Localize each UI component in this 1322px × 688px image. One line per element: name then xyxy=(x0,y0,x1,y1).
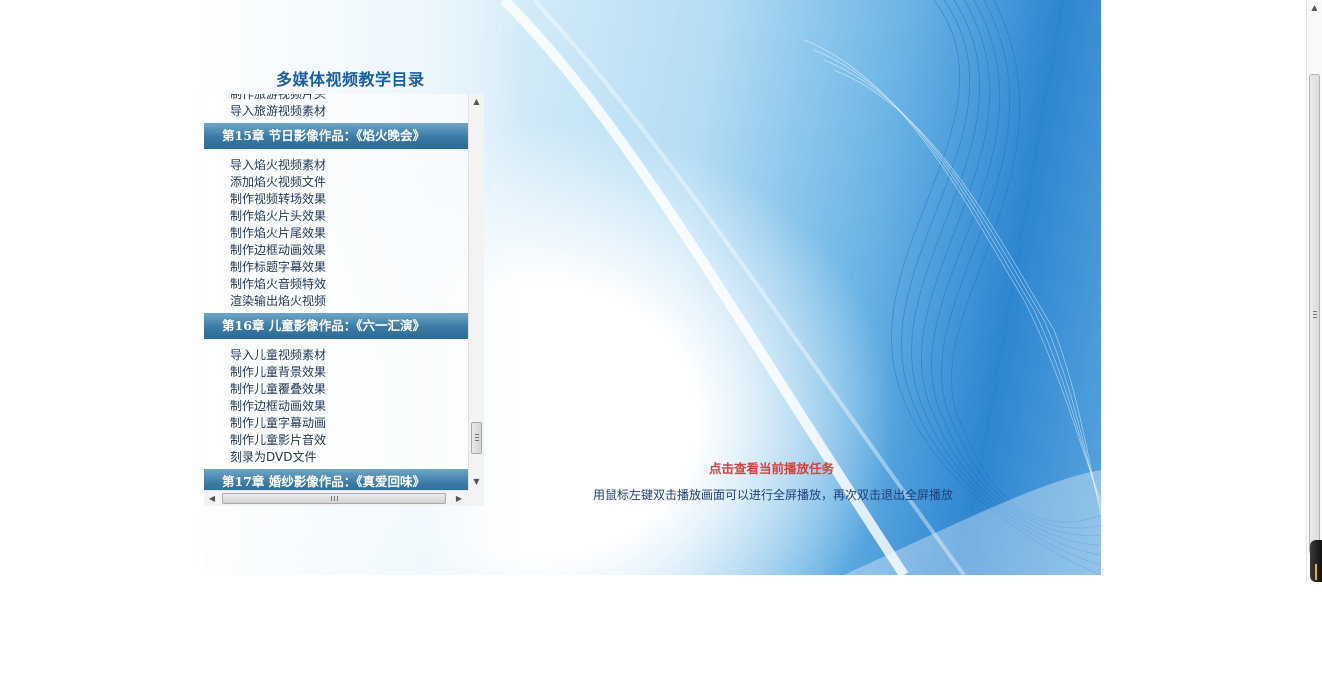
toc-item[interactable]: 制作儿童覆叠效果 xyxy=(204,381,468,398)
toc-item[interactable]: 制作边框动画效果 xyxy=(204,398,468,415)
toc-horizontal-scroll-thumb[interactable] xyxy=(222,493,446,504)
chapter-header-16[interactable]: 第16章 儿童影像作品：《六一汇演》 xyxy=(204,313,468,339)
volume-slider[interactable] xyxy=(1310,540,1322,582)
toc-item[interactable]: 导入焰火视频素材 xyxy=(204,157,468,174)
toc-item[interactable]: 制作儿童影片音效 xyxy=(204,432,468,449)
scrollbar-corner xyxy=(468,490,484,506)
toc-item[interactable]: 渲染输出焰火视频 xyxy=(204,293,468,310)
grip-line xyxy=(334,496,335,501)
player-stage[interactable]: 多媒体视频教学目录 制作旅游视频片头 导入旅游视频素材 第15章 节日影像作品：… xyxy=(204,0,1101,575)
chapter-header-17[interactable]: 第17章 婚纱影像作品：《真爱回味》 xyxy=(204,469,468,490)
toc-item[interactable]: 导入旅游视频素材 xyxy=(204,103,468,120)
volume-level-indicator xyxy=(1315,564,1317,580)
panel-title: 多媒体视频教学目录 xyxy=(276,70,425,89)
toc-item[interactable]: 制作旅游视频片头 xyxy=(204,94,468,103)
grip-line xyxy=(1313,311,1317,312)
toc-item[interactable]: 制作焰火片头效果 xyxy=(204,208,468,225)
scroll-up-arrow-icon[interactable]: ▲ xyxy=(469,95,484,109)
grip-line xyxy=(475,437,479,438)
toc-item[interactable]: 制作儿童字幕动画 xyxy=(204,415,468,432)
grip-line xyxy=(1313,317,1317,318)
toc-item[interactable]: 制作儿童背景效果 xyxy=(204,364,468,381)
fullscreen-hint: 用鼠标左键双击播放画面可以进行全屏播放，再次双击退出全屏播放 xyxy=(593,488,954,502)
toc-list-frame: 制作旅游视频片头 导入旅游视频素材 第15章 节日影像作品：《焰火晚会》 导入焰… xyxy=(204,94,484,506)
toc-list[interactable]: 制作旅游视频片头 导入旅游视频素材 第15章 节日影像作品：《焰火晚会》 导入焰… xyxy=(204,94,468,490)
toc-vertical-scroll-thumb[interactable] xyxy=(471,422,482,454)
grip-line xyxy=(331,496,332,501)
toc-item[interactable]: 制作视频转场效果 xyxy=(204,191,468,208)
current-task-link[interactable]: 点击查看当前播放任务 xyxy=(709,458,834,477)
toc-item[interactable]: 添加焰火视频文件 xyxy=(204,174,468,191)
chapter-header-15[interactable]: 第15章 节日影像作品：《焰火晚会》 xyxy=(204,123,468,149)
page-vertical-scrollbar[interactable]: ▲ xyxy=(1306,0,1322,582)
toc-panel: 多媒体视频教学目录 制作旅游视频片头 导入旅游视频素材 第15章 节日影像作品：… xyxy=(204,0,522,575)
grip-line xyxy=(475,440,479,441)
toc-item[interactable]: 刻录为DVD文件 xyxy=(204,449,468,466)
scroll-right-arrow-icon[interactable]: ▶ xyxy=(452,491,466,506)
toc-item[interactable]: 制作标题字幕效果 xyxy=(204,259,468,276)
grip-line xyxy=(1313,314,1317,315)
scroll-down-arrow-icon[interactable]: ▼ xyxy=(469,475,484,489)
toc-item[interactable]: 制作焰火音频特效 xyxy=(204,276,468,293)
grip-line xyxy=(475,434,479,435)
page-scroll-thumb[interactable] xyxy=(1309,74,1320,554)
page-scroll-up-arrow-icon[interactable]: ▲ xyxy=(1307,0,1322,16)
toc-horizontal-scrollbar[interactable]: ◀ ▶ xyxy=(204,490,468,506)
grip-line xyxy=(337,496,338,501)
scroll-left-arrow-icon[interactable]: ◀ xyxy=(205,491,219,506)
toc-item[interactable]: 制作焰火片尾效果 xyxy=(204,225,468,242)
toc-vertical-scrollbar[interactable]: ▲ ▼ xyxy=(468,94,484,490)
toc-item[interactable]: 导入儿童视频素材 xyxy=(204,347,468,364)
toc-item[interactable]: 制作边框动画效果 xyxy=(204,242,468,259)
